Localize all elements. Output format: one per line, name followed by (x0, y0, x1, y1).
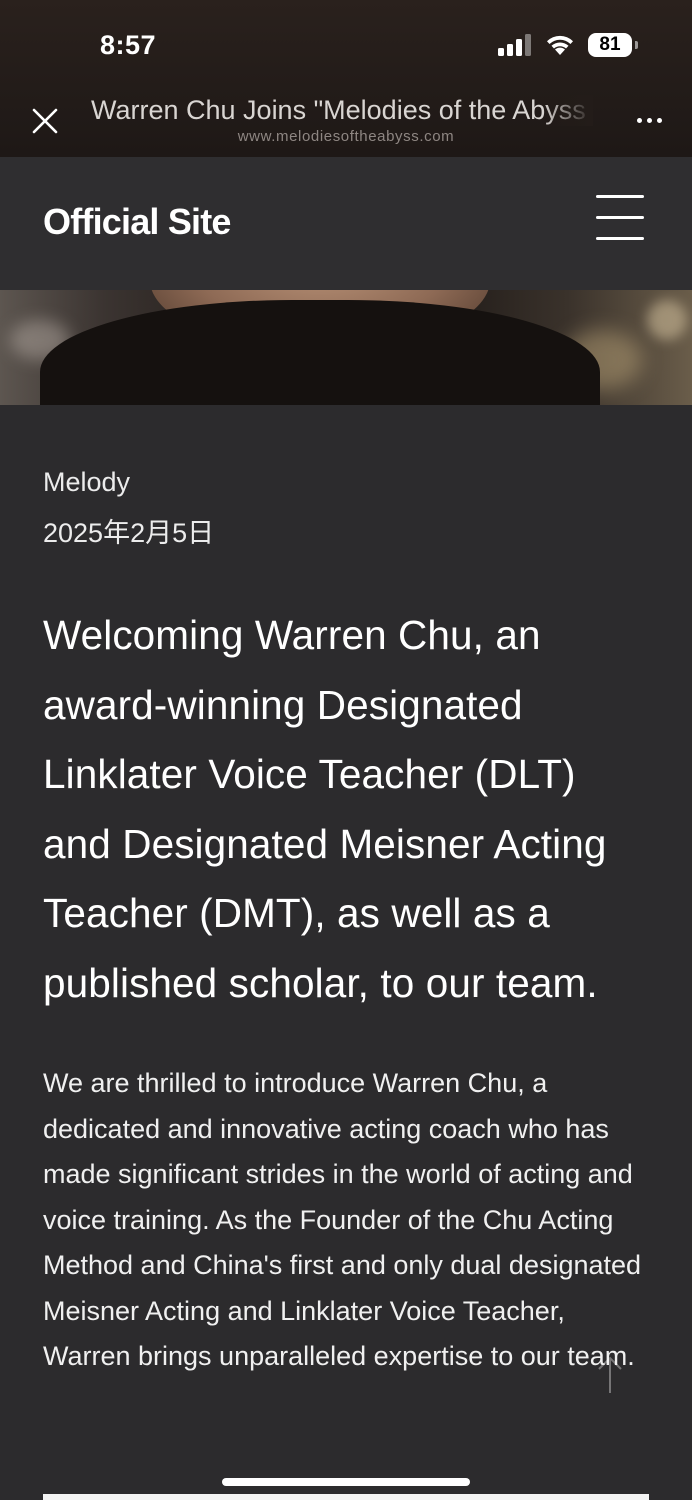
site-header: Official Site (0, 157, 692, 290)
hero-light (647, 300, 687, 340)
browser-page-title[interactable]: Warren Chu Joins "Melodies of the Abyss (91, 95, 593, 126)
battery-icon: 81 (588, 33, 638, 57)
browser-url: www.melodiesoftheabyss.com (237, 128, 455, 145)
hamburger-menu-icon (596, 216, 644, 219)
divider (43, 1494, 649, 1500)
more-icon (637, 118, 642, 123)
browser-top-bar: 8:57 81 Warren Chu Joins "Melodies of th… (0, 0, 692, 157)
article-headline: Welcoming Warren Chu, an award-winning D… (43, 612, 607, 1006)
article-body: We are thrilled to introduce Warren Chu,… (43, 1068, 642, 1371)
article-date: 2025年2月5日 (43, 518, 215, 548)
hamburger-menu-icon (596, 195, 644, 198)
status-icons: 81 (498, 33, 638, 57)
screen: 8:57 81 Warren Chu Joins "Melodies of th… (0, 0, 692, 1500)
wifi-icon (547, 35, 573, 55)
arrow-up-icon (598, 1356, 622, 1393)
scroll-to-top-button[interactable] (596, 1355, 624, 1395)
article-author[interactable]: Melody (43, 460, 653, 504)
status-time: 8:57 (100, 30, 157, 60)
more-button[interactable] (637, 118, 662, 123)
home-indicator[interactable] (222, 1478, 470, 1486)
hamburger-menu-icon (596, 237, 644, 240)
hamburger-menu-button[interactable] (596, 195, 644, 241)
hero-collar (40, 300, 600, 405)
site-logo[interactable]: Official Site (43, 201, 231, 243)
more-icon (647, 118, 652, 123)
more-icon (657, 118, 662, 123)
article: Melody 2025年2月5日 Welcoming Warren Chu, a… (43, 460, 653, 1380)
hero-image (0, 290, 692, 405)
signal-icon (498, 34, 531, 56)
